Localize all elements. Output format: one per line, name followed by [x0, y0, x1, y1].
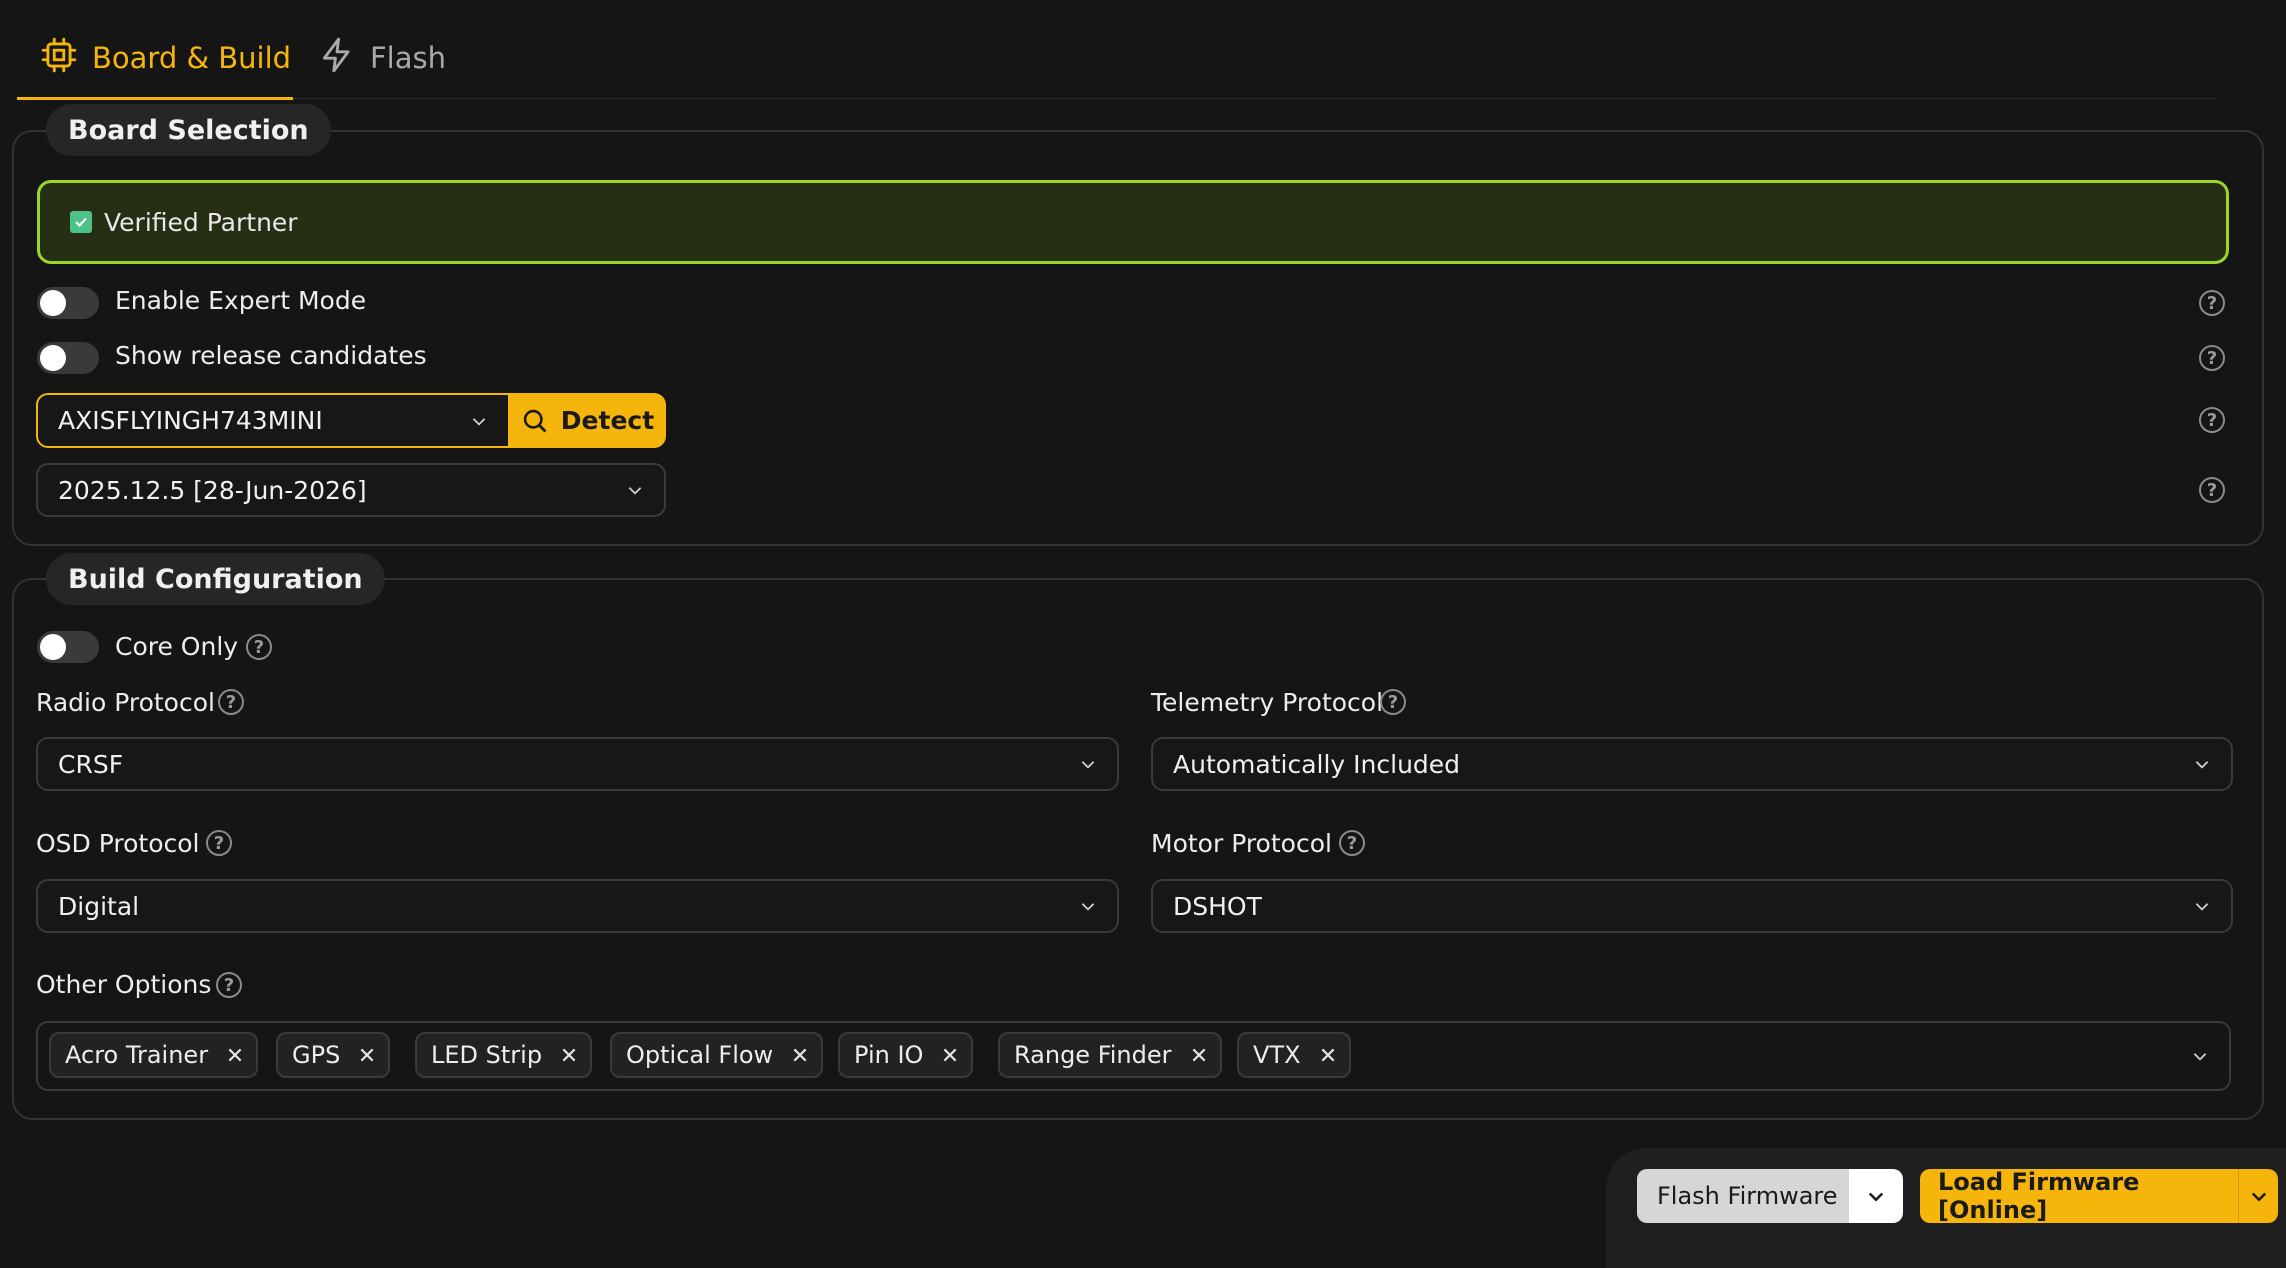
release-candidates-label: Show release candidates	[115, 341, 427, 370]
radio-protocol-label: Radio Protocol	[36, 688, 215, 717]
chip-label: Optical Flow	[626, 1041, 774, 1069]
tab-flash[interactable]: Flash	[318, 28, 446, 88]
verified-partner-label: Verified Partner	[104, 207, 298, 237]
option-chip: VTX	[1237, 1032, 1351, 1078]
firmware-version-select[interactable]: 2025.12.5 [28-Jun-2026]	[36, 463, 666, 517]
chip-label: Pin IO	[854, 1041, 924, 1069]
chevron-down-icon	[1081, 903, 1095, 911]
chevron-down-icon	[2251, 1192, 2266, 1202]
telemetry-protocol-value: Automatically Included	[1173, 749, 1461, 779]
verified-partner-banner: Verified Partner	[37, 180, 2229, 264]
motor-protocol-value: DSHOT	[1173, 891, 1262, 921]
tabs-divider	[17, 98, 2215, 99]
chip-label: Acro Trainer	[65, 1041, 209, 1069]
tab-board-build[interactable]: Board & Build	[40, 28, 291, 88]
help-icon[interactable]: ?	[1339, 830, 1365, 856]
help-icon[interactable]: ?	[2199, 407, 2225, 433]
chevron-down-icon	[1868, 1192, 1884, 1202]
chip-icon	[40, 36, 78, 81]
option-chip: Pin IO	[838, 1032, 974, 1078]
chip-label: LED Strip	[431, 1041, 543, 1069]
osd-protocol-value: Digital	[58, 891, 140, 921]
radio-protocol-value: CRSF	[58, 749, 124, 779]
help-icon[interactable]: ?	[2199, 290, 2225, 316]
detect-label: Detect	[560, 406, 655, 435]
load-firmware-dropdown[interactable]	[2238, 1169, 2278, 1223]
close-icon[interactable]	[358, 1046, 376, 1064]
load-firmware-label: Load Firmware [Online]	[1938, 1168, 2140, 1224]
chevron-down-icon	[472, 417, 486, 426]
close-icon[interactable]	[226, 1046, 244, 1064]
other-options-label: Other Options	[36, 970, 212, 999]
help-icon[interactable]: ?	[206, 830, 232, 856]
chip-label: Range Finder	[1014, 1041, 1172, 1069]
checkmark-icon	[70, 211, 92, 233]
chevron-down-icon	[628, 487, 642, 495]
board-select[interactable]: AXISFLYINGH743MINI	[36, 393, 510, 448]
close-icon[interactable]	[941, 1046, 959, 1064]
close-icon[interactable]	[1319, 1046, 1337, 1064]
chevron-down-icon	[1081, 761, 1095, 769]
build-configuration-legend: Build Configuration	[46, 553, 385, 605]
chevron-down-icon	[2193, 1053, 2207, 1061]
chip-label: GPS	[292, 1041, 341, 1069]
help-icon[interactable]: ?	[216, 972, 242, 998]
lightning-icon	[318, 36, 356, 81]
telemetry-protocol-select[interactable]: Automatically Included	[1151, 737, 2233, 791]
option-chip: Optical Flow	[610, 1032, 824, 1078]
help-icon[interactable]: ?	[218, 689, 244, 715]
close-icon[interactable]	[1190, 1046, 1208, 1064]
board-select-value: AXISFLYINGH743MINI	[58, 406, 323, 435]
expert-mode-toggle[interactable]	[37, 287, 99, 319]
option-chip: LED Strip	[415, 1032, 593, 1078]
option-chip: GPS	[276, 1032, 391, 1078]
active-tab-indicator	[17, 97, 293, 100]
motor-protocol-label: Motor Protocol	[1151, 829, 1332, 858]
tab-label: Flash	[370, 41, 446, 75]
help-icon[interactable]: ?	[246, 634, 272, 660]
help-icon[interactable]: ?	[2199, 477, 2225, 503]
help-icon[interactable]: ?	[2199, 345, 2225, 371]
board-selection-legend: Board Selection	[46, 104, 331, 156]
release-candidates-toggle[interactable]	[37, 342, 99, 374]
flash-firmware-label: Flash Firmware	[1657, 1182, 1838, 1210]
version-select-value: 2025.12.5 [28-Jun-2026]	[58, 475, 367, 505]
load-firmware-button[interactable]: Load Firmware [Online]	[1920, 1168, 2238, 1224]
chevron-down-icon	[2195, 761, 2209, 769]
motor-protocol-select[interactable]: DSHOT	[1151, 879, 2233, 933]
close-icon[interactable]	[791, 1046, 809, 1064]
option-chip: Range Finder	[998, 1032, 1222, 1078]
osd-protocol-select[interactable]: Digital	[36, 879, 1119, 933]
detect-button[interactable]: Detect	[509, 393, 666, 448]
option-chip: Acro Trainer	[49, 1032, 259, 1078]
chevron-down-icon	[2195, 903, 2209, 911]
osd-protocol-label: OSD Protocol	[36, 829, 200, 858]
core-only-toggle[interactable]	[37, 631, 99, 663]
flash-firmware-dropdown[interactable]	[1849, 1169, 1903, 1223]
flash-firmware-button[interactable]: Flash Firmware	[1637, 1169, 1849, 1223]
radio-protocol-select[interactable]: CRSF	[36, 737, 1119, 791]
search-icon	[523, 409, 547, 432]
help-icon[interactable]: ?	[1380, 689, 1406, 715]
core-only-label: Core Only	[115, 632, 239, 661]
expert-mode-label: Enable Expert Mode	[115, 286, 367, 315]
tab-label: Board & Build	[92, 41, 292, 75]
chip-label: VTX	[1253, 1041, 1301, 1069]
close-icon[interactable]	[560, 1046, 578, 1064]
telemetry-protocol-label: Telemetry Protocol	[1151, 688, 1384, 717]
